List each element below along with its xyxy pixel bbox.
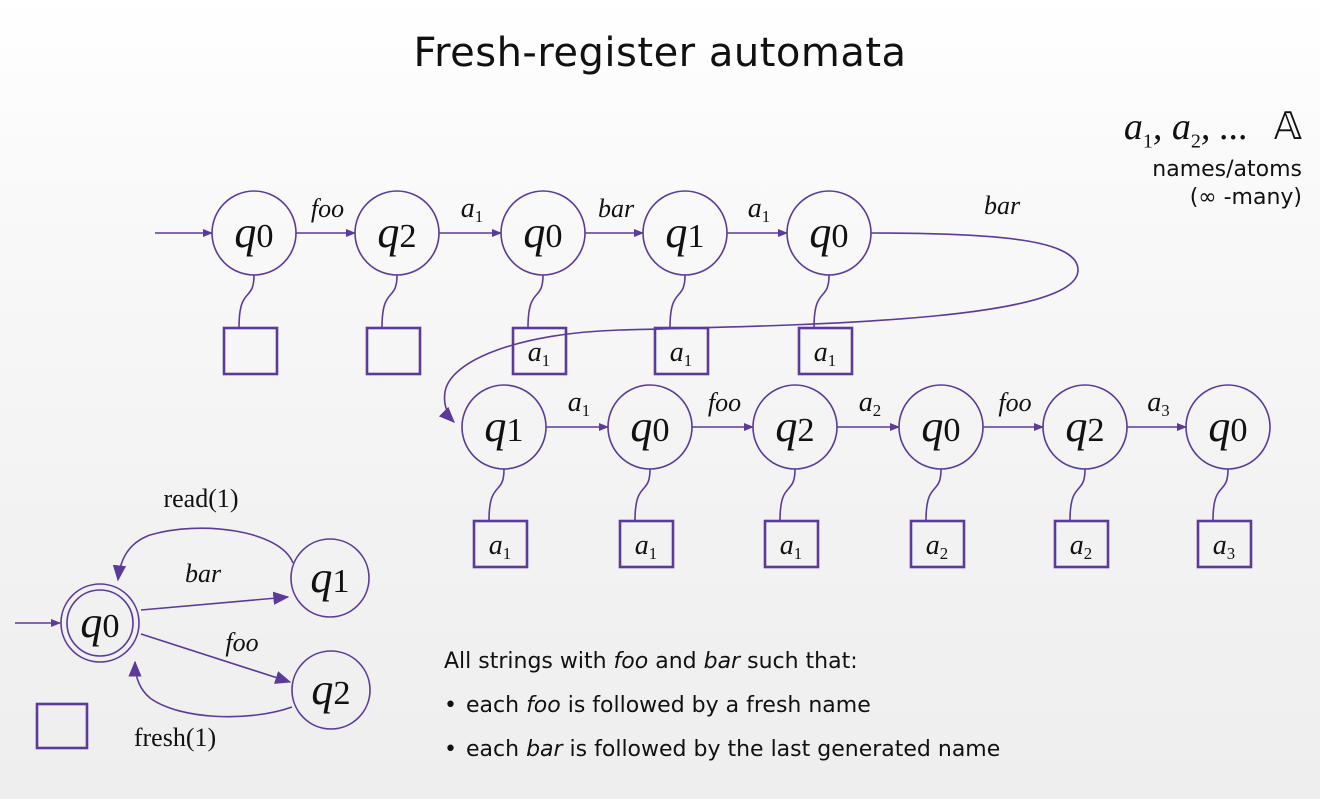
bottom-run-register-value: a1: [489, 530, 511, 563]
top-run-transition-label: foo: [311, 194, 344, 223]
top-run-register-value: a1: [814, 337, 836, 370]
bottom-run-transition-label: a1: [568, 387, 590, 420]
description-intro: All strings with foo and bar such that:: [444, 649, 858, 674]
bottom-run-state-label: q0: [1208, 402, 1247, 451]
bottom-run-register-wire: [925, 468, 942, 522]
top-run-transition-label: bar: [598, 194, 635, 223]
bottom-run-register-value: a2: [926, 530, 948, 563]
automaton-state-label: q0: [80, 598, 119, 647]
top-run-register-box: [365, 326, 422, 376]
bottom-run-register-value: a1: [780, 530, 802, 563]
bottom-run-transition-label: a3: [1147, 387, 1169, 420]
wrap-transition-label: bar: [984, 191, 1021, 220]
bottom-run-state-label: q0: [630, 402, 669, 451]
automaton-edge-label: foo: [225, 628, 258, 657]
bottom-run-register-value: a3: [1213, 530, 1235, 563]
bottom-run-state-label: q2: [775, 402, 814, 451]
automaton-edge-bar: [140, 591, 290, 611]
bottom-run-transition-label: foo: [708, 388, 741, 417]
bottom-run-transition-label: a2: [859, 387, 881, 420]
top-run-register-value: a1: [528, 337, 550, 370]
bottom-run-register-wire: [1069, 468, 1086, 522]
bottom-run-state-label: q2: [1065, 402, 1104, 451]
top-run-register-wire: [813, 274, 830, 329]
bottom-run-state-label: q1: [484, 402, 523, 451]
bullet-icon: •: [444, 737, 457, 762]
top-run-register-wire: [669, 274, 686, 329]
bottom-run-register-wire: [634, 468, 651, 522]
bottom-run-transition-label: foo: [998, 388, 1031, 417]
bottom-run-register-wire: [779, 468, 796, 522]
bullet-icon: •: [444, 693, 457, 718]
automaton-state-label: q1: [310, 553, 349, 602]
language-description: All strings with foo and bar such that: …: [444, 640, 1000, 772]
top-run-state-label: q2: [377, 208, 416, 257]
top-run-register-box: [222, 326, 279, 376]
top-run-register-wire: [238, 274, 255, 329]
bottom-run-register-wire: [1212, 468, 1229, 522]
description-bullet-foo: • each foo is followed by a fresh name: [444, 684, 1000, 728]
top-run-state-label: q0: [809, 208, 848, 257]
automaton-edge-foo: [140, 633, 292, 684]
top-run-state-label: q1: [665, 208, 704, 257]
bottom-run-register-value: a1: [635, 530, 657, 563]
automaton-edge-label: fresh(1): [134, 723, 216, 752]
top-run-transition-label: a1: [461, 193, 483, 226]
bottom-run-state-label: q0: [921, 402, 960, 451]
automaton-edge-label: read(1): [163, 484, 238, 513]
top-run-register-wire: [381, 274, 398, 329]
description-bullet-bar: • each bar is followed by the last genera…: [444, 728, 1000, 772]
automaton-register-box: [35, 702, 89, 750]
top-run-state-label: q0: [234, 208, 273, 257]
bottom-run-register-value: a2: [1070, 530, 1092, 563]
top-run-register-wire: [527, 274, 544, 329]
automaton-edge-label: bar: [185, 559, 222, 588]
automaton-state-label: q2: [311, 665, 350, 714]
top-run-transition-label: a1: [748, 193, 770, 226]
top-run-state-label: q0: [523, 208, 562, 257]
top-run-register-value: a1: [670, 337, 692, 370]
bottom-run-register-wire: [488, 468, 505, 522]
automaton-edge-fresh: [128, 660, 293, 718]
